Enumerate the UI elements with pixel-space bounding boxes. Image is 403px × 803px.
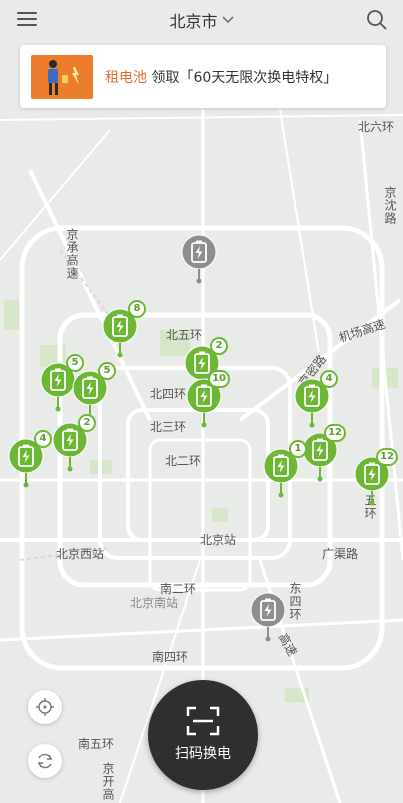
map-label-beijing-station: 北京站 bbox=[200, 533, 237, 547]
map-label-dongsihuan: 东四环 bbox=[288, 582, 302, 621]
map-label-beisihuan: 北四环 bbox=[150, 387, 187, 401]
scan-frame-icon bbox=[186, 706, 220, 736]
refresh-button[interactable] bbox=[28, 744, 62, 778]
map-label-beisanhuan: 北三环 bbox=[150, 420, 187, 434]
station-pin[interactable]: 2 bbox=[52, 414, 96, 472]
map-label-beierhuan: 北二环 bbox=[165, 454, 202, 468]
scan-swap-button[interactable]: 扫码换电 bbox=[148, 680, 258, 790]
promo-tag: 租电池 bbox=[105, 69, 147, 86]
city-selector[interactable]: 北京市 bbox=[0, 8, 403, 32]
station-pin-offline[interactable] bbox=[181, 234, 217, 284]
station-count-badge: 12 bbox=[376, 448, 398, 466]
map-label-beijing-west-station: 北京西站 bbox=[56, 547, 105, 561]
map-label-jingshen-road: 京沈路 bbox=[383, 186, 397, 225]
station-count-badge: 2 bbox=[210, 337, 228, 355]
station-count-badge: 10 bbox=[208, 370, 230, 388]
promo-image bbox=[31, 54, 93, 99]
station-pin[interactable]: 1 bbox=[263, 440, 307, 498]
battery-pin-icon bbox=[250, 592, 286, 642]
map-label-guangqu-road: 广渠路 bbox=[322, 547, 359, 561]
scan-swap-label: 扫码换电 bbox=[175, 746, 231, 762]
station-pin[interactable]: 12 bbox=[302, 424, 346, 482]
locate-button[interactable] bbox=[28, 690, 62, 724]
station-pin-offline[interactable] bbox=[250, 592, 286, 642]
station-count-badge: 4 bbox=[34, 430, 52, 448]
map-label-nansihuan: 南四环 bbox=[152, 650, 189, 664]
promo-text: 租电池 领取「60天无限次换电特权」 bbox=[105, 67, 337, 87]
map-label-jingkai-expressway: 京开高 bbox=[101, 762, 115, 801]
station-pin[interactable]: 4 bbox=[8, 430, 52, 488]
station-count-badge: 1 bbox=[289, 440, 307, 458]
station-pin[interactable]: 4 bbox=[294, 370, 338, 428]
battery-pin-icon bbox=[181, 234, 217, 284]
map-label-beijing-south-station: 北京南站 bbox=[130, 596, 179, 610]
map-label-beiwuhuan: 北五环 bbox=[166, 328, 203, 342]
map-label-beiliuhuan: 北六环 bbox=[358, 120, 395, 134]
station-pin[interactable]: 10 bbox=[186, 370, 230, 428]
station-pin[interactable]: 5 bbox=[72, 362, 116, 420]
map-label-nanwuhuan: 南五环 bbox=[78, 737, 115, 751]
search-icon[interactable] bbox=[365, 8, 389, 32]
promo-message: 领取「60天无限次换电特权」 bbox=[151, 69, 338, 86]
station-pin[interactable]: 12 bbox=[354, 448, 398, 506]
city-name: 北京市 bbox=[169, 12, 218, 31]
station-count-badge: 12 bbox=[324, 424, 346, 442]
map-label-jingcheng-expressway: 京承高速 bbox=[65, 228, 79, 280]
station-pin[interactable]: 5 bbox=[40, 354, 84, 412]
refresh-icon bbox=[37, 753, 53, 769]
crosshair-icon bbox=[36, 698, 54, 716]
station-pin[interactable]: 8 bbox=[102, 300, 146, 358]
chevron-down-icon bbox=[221, 16, 234, 24]
station-count-badge: 2 bbox=[78, 414, 96, 432]
station-count-badge: 8 bbox=[128, 300, 146, 318]
station-count-badge: 4 bbox=[320, 370, 338, 388]
station-count-badge: 5 bbox=[98, 362, 116, 380]
app-root: 北六环 京沈路 京承高速 机场高速 北五环 京密路 北四环 北三环 北二环 五环… bbox=[0, 0, 403, 803]
top-bar: 北京市 bbox=[0, 0, 403, 40]
promo-banner[interactable]: 租电池 领取「60天无限次换电特权」 bbox=[20, 45, 386, 108]
